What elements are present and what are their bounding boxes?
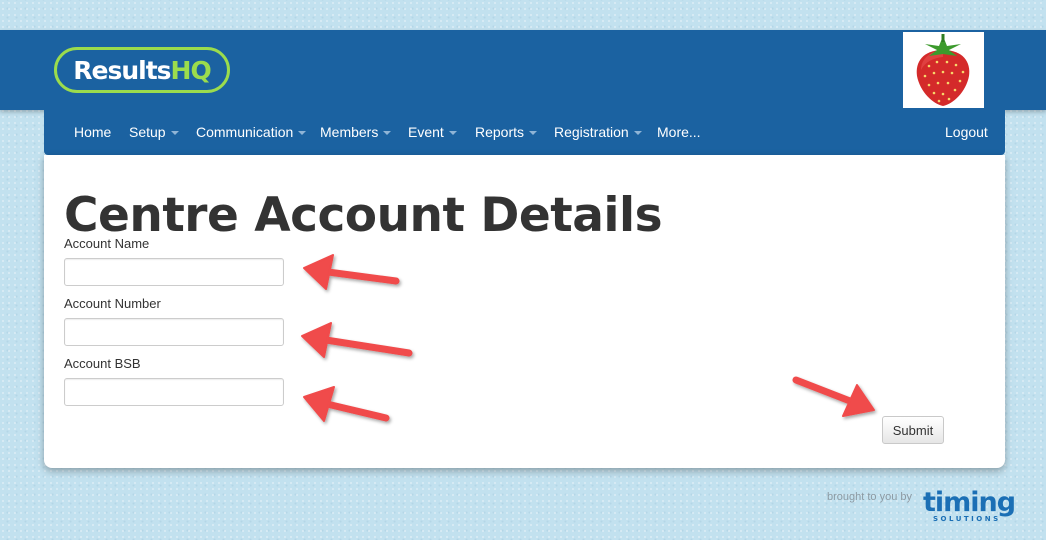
footer-brand-sub: SOLUTIONS [933, 515, 1001, 523]
nav-event[interactable]: Event [408, 110, 457, 155]
nav-registration[interactable]: Registration [554, 110, 642, 155]
main-navbar: Home Setup Communication Members Event R… [44, 110, 1005, 155]
nav-home[interactable]: Home [74, 110, 111, 155]
logout-link[interactable]: Logout [945, 110, 988, 155]
footer-brand-main: timing [923, 487, 1015, 518]
timing-solutions-logo[interactable]: timing SOLUTIONS [921, 487, 1025, 523]
page-title: Centre Account Details [64, 188, 663, 243]
nav-reports-label: Reports [475, 124, 525, 140]
chevron-down-icon [633, 131, 642, 136]
nav-more[interactable]: More... [657, 110, 701, 155]
chevron-down-icon [529, 131, 538, 136]
nav-event-label: Event [408, 124, 444, 140]
account-number-input[interactable] [64, 318, 284, 346]
nav-setup-label: Setup [129, 124, 166, 140]
nav-setup[interactable]: Setup [129, 110, 179, 155]
main-content-panel: Centre Account Details Account Name Acco… [44, 155, 1005, 468]
nav-communication[interactable]: Communication [196, 110, 307, 155]
chevron-down-icon [298, 131, 307, 136]
nav-registration-label: Registration [554, 124, 629, 140]
nav-more-label: More... [657, 124, 701, 140]
strawberry-logo-icon [903, 32, 984, 108]
account-name-input[interactable] [64, 258, 284, 286]
account-name-label: Account Name [64, 236, 150, 251]
nav-reports[interactable]: Reports [475, 110, 538, 155]
site-header: Results HQ [0, 30, 1046, 110]
resultshq-logo[interactable]: Results HQ [54, 47, 230, 93]
chevron-down-icon [448, 131, 457, 136]
logout-label: Logout [945, 124, 988, 140]
nav-members[interactable]: Members [320, 110, 392, 155]
nav-communication-label: Communication [196, 124, 294, 140]
account-number-label: Account Number [64, 296, 161, 311]
account-bsb-label: Account BSB [64, 356, 141, 371]
nav-home-label: Home [74, 124, 112, 140]
chevron-down-icon [383, 131, 392, 136]
footer-brought-by: brought to you by [827, 491, 913, 503]
nav-members-label: Members [320, 124, 379, 140]
logo-text-results: Results [73, 55, 171, 85]
chevron-down-icon [170, 131, 179, 136]
submit-button[interactable]: Submit [882, 416, 944, 444]
logo-text-hq: HQ [170, 55, 212, 85]
account-bsb-input[interactable] [64, 378, 284, 406]
